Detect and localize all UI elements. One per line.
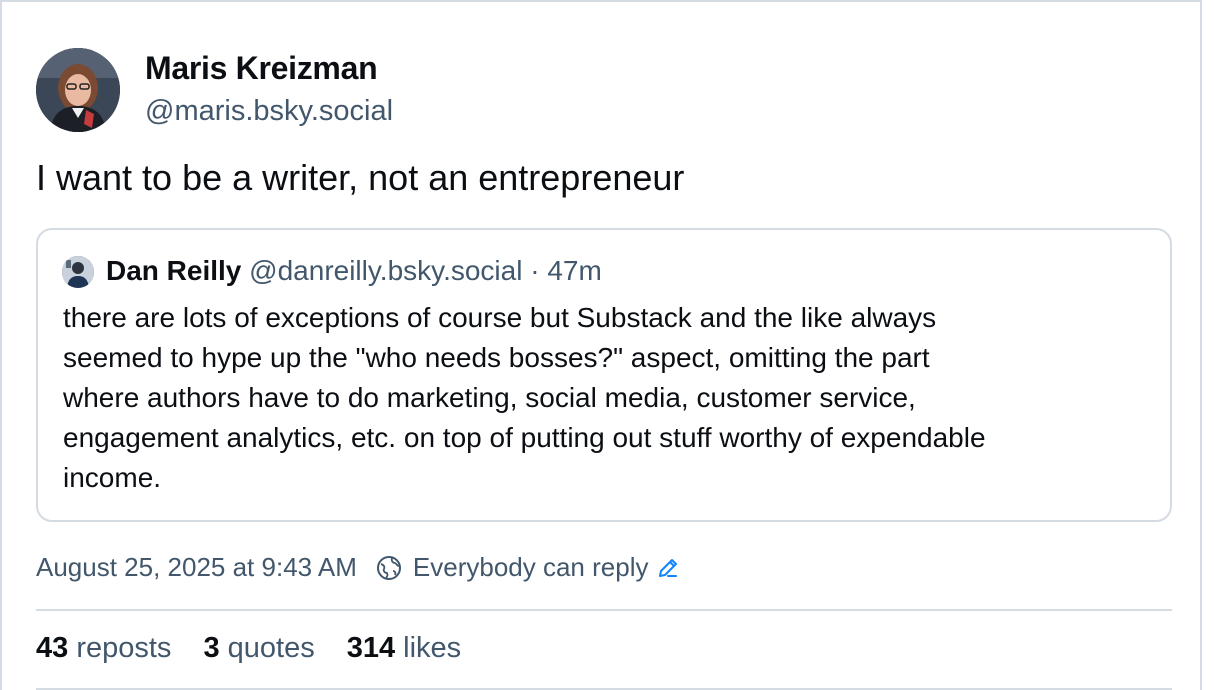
quoted-post-card[interactable]: Dan Reilly @danreilly.bsky.social · 47m … — [36, 228, 1172, 522]
quoted-post-text: there are lots of exceptions of course b… — [63, 302, 986, 493]
quotes-stat[interactable]: 3 quotes — [203, 632, 314, 665]
quotes-label: quotes — [227, 632, 315, 664]
separator-dot: · — [530, 255, 540, 286]
avatar-photo — [62, 256, 94, 288]
reposts-label: reposts — [76, 632, 172, 664]
reposts-count: 43 — [36, 632, 69, 664]
quoted-author-handle[interactable]: @danreilly.bsky.social — [249, 255, 522, 286]
quoted-author-avatar[interactable] — [62, 256, 94, 288]
author-avatar[interactable] — [36, 48, 120, 132]
post-meta-row: August 25, 2025 at 9:43 AM Everybody can… — [36, 552, 680, 583]
post-timestamp: August 25, 2025 at 9:43 AM — [36, 552, 357, 582]
post-text: I want to be a writer, not an entreprene… — [36, 157, 685, 198]
likes-count: 314 — [346, 632, 396, 664]
author-display-name[interactable]: Maris Kreizman — [145, 50, 378, 87]
divider — [36, 609, 1172, 611]
likes-stat[interactable]: 314 likes — [347, 632, 461, 665]
likes-label: likes — [403, 632, 462, 664]
quotes-count: 3 — [203, 632, 220, 664]
quoted-post-time: 47m — [547, 255, 602, 286]
engagement-stats: 43 reposts 3 quotes 314 likes — [36, 632, 493, 665]
author-handle[interactable]: @maris.bsky.social — [145, 95, 393, 128]
reposts-stat[interactable]: 43 reposts — [36, 632, 171, 665]
quoted-post-header: Dan Reilly @danreilly.bsky.social · 47m — [106, 255, 602, 287]
globe-icon — [376, 555, 401, 580]
quoted-author-name[interactable]: Dan Reilly — [106, 255, 241, 286]
reply-setting-button[interactable]: Everybody can reply — [375, 552, 681, 583]
pencil-icon[interactable] — [656, 556, 680, 580]
post-thread-frame: Maris Kreizman @maris.bsky.social I want… — [0, 0, 1202, 690]
avatar-photo — [36, 48, 120, 132]
reply-setting-label: Everybody can reply — [412, 552, 649, 582]
